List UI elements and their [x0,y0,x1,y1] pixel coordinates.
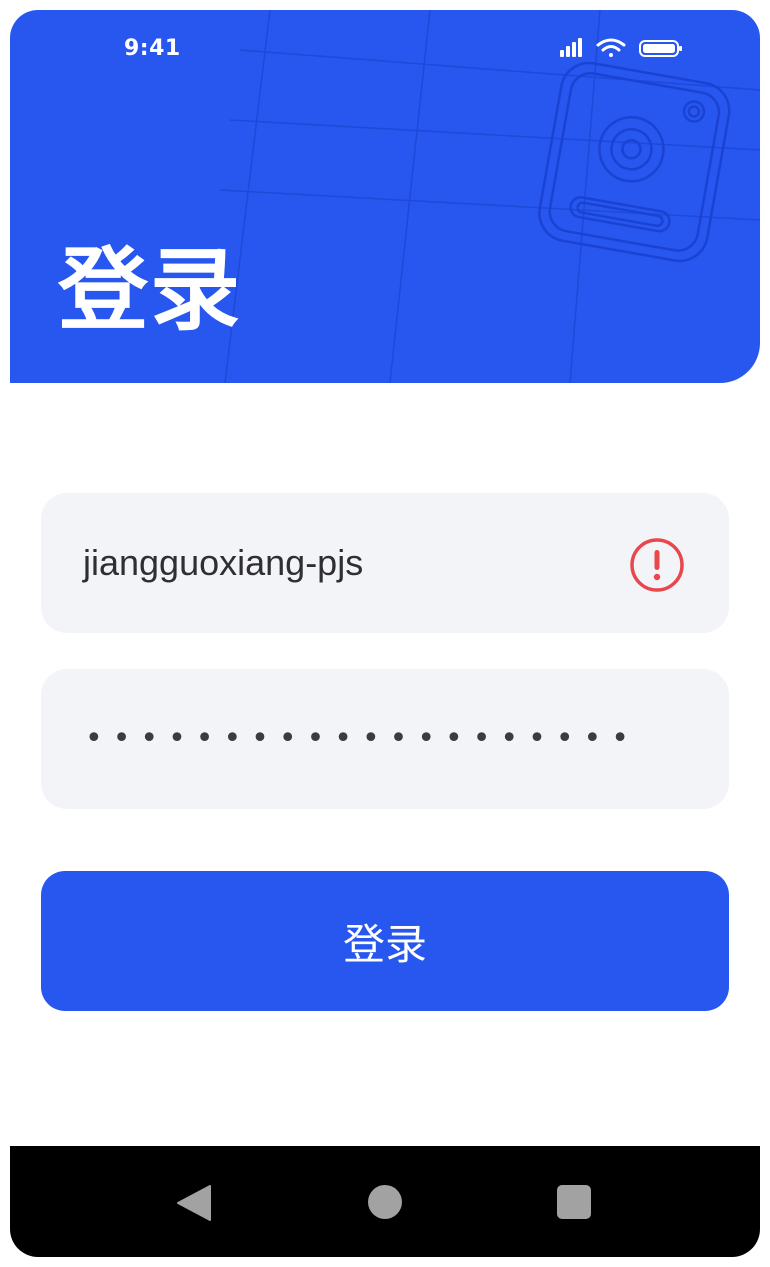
page-title: 登录 [58,238,242,343]
error-alert-icon[interactable] [629,537,685,593]
battery-icon [639,40,682,57]
signal-icon [560,38,582,57]
phone-screen: 9:41 登录 jiangguoxiang-pjs ••••••••••••••… [10,10,760,1257]
login-button[interactable]: 登录 [41,871,729,1011]
username-input[interactable]: jiangguoxiang-pjs [83,543,363,583]
password-field[interactable]: •••••••••••••••••••• [41,669,729,809]
android-nav-bar [10,1146,760,1257]
home-icon[interactable] [368,1185,402,1219]
status-icons [560,38,682,57]
password-input[interactable]: •••••••••••••••••••• [85,709,639,769]
recent-apps-icon[interactable] [557,1185,591,1219]
username-field[interactable]: jiangguoxiang-pjs [41,493,729,633]
wifi-icon [596,38,626,57]
status-time: 9:41 [124,36,181,61]
back-icon[interactable] [174,1184,212,1222]
header-banner: 9:41 登录 [10,10,760,383]
